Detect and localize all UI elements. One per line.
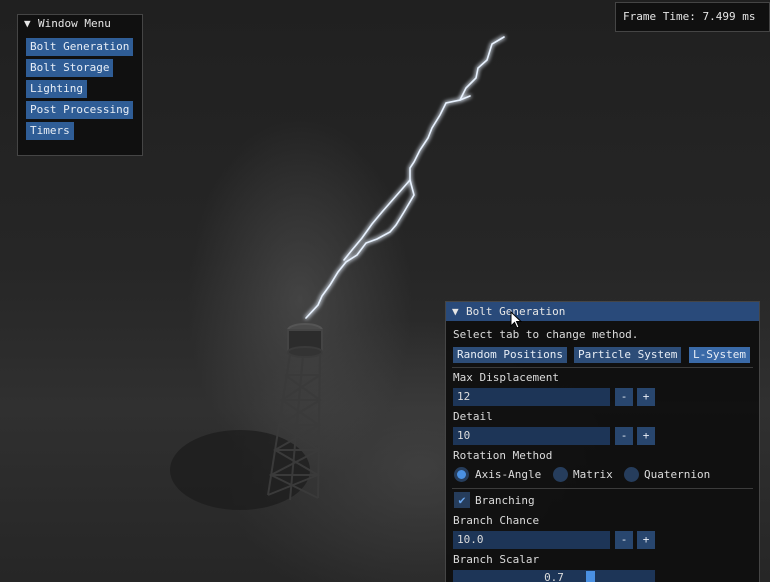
method-hint: Select tab to change method. <box>453 328 639 341</box>
detail-input[interactable]: 10 <box>453 427 610 445</box>
branch-scalar-slider[interactable]: 0.7 <box>453 570 655 582</box>
lighting-button[interactable]: Lighting <box>26 80 87 98</box>
frame-time-text: Frame Time: 7.499 ms <box>623 10 756 23</box>
window-menu-title: Window Menu <box>38 17 111 30</box>
tab-particle-system[interactable]: Particle System <box>574 347 682 363</box>
matrix-label: Matrix <box>573 468 613 481</box>
mouse-cursor-icon <box>510 311 523 329</box>
frame-time-overlay: Frame Time: 7.499 ms <box>615 2 770 32</box>
collapse-triangle-icon[interactable]: ▼ <box>452 302 466 321</box>
max-displacement-input[interactable]: 12 <box>453 388 610 406</box>
bolt-generation-titlebar[interactable]: ▼ Bolt Generation <box>446 302 759 321</box>
window-menu-panel: ▼ Window Menu Bolt Generation Bolt Storag… <box>17 14 143 156</box>
quaternion-label: Quaternion <box>644 468 711 481</box>
axis-angle-label: Axis-Angle <box>475 468 542 481</box>
detail-decrement-button[interactable]: - <box>615 427 633 445</box>
detail-label: Detail <box>453 410 493 423</box>
max-displacement-decrement-button[interactable]: - <box>615 388 633 406</box>
branch-scalar-label: Branch Scalar <box>453 553 540 566</box>
lightning-bolt <box>305 36 505 319</box>
branch-chance-decrement-button[interactable]: - <box>615 531 633 549</box>
branch-chance-label: Branch Chance <box>453 514 540 527</box>
window-menu-titlebar[interactable]: ▼ Window Menu <box>18 15 142 33</box>
matrix-radio[interactable] <box>553 467 568 482</box>
branch-chance-increment-button[interactable]: + <box>637 531 655 549</box>
bolt-generation-button[interactable]: Bolt Generation <box>26 38 134 56</box>
axis-angle-radio[interactable] <box>454 467 469 482</box>
rotation-method-label: Rotation Method <box>453 449 553 462</box>
max-displacement-increment-button[interactable]: + <box>637 388 655 406</box>
collapse-triangle-icon[interactable]: ▼ <box>24 15 38 33</box>
tab-l-system[interactable]: L-System <box>689 347 750 363</box>
max-displacement-label: Max Displacement <box>453 371 559 384</box>
slider-grab-handle[interactable] <box>586 571 595 582</box>
quaternion-radio[interactable] <box>624 467 639 482</box>
detail-increment-button[interactable]: + <box>637 427 655 445</box>
bolt-generation-panel: ▼ Bolt Generation Select tab to change me… <box>445 301 760 582</box>
branch-chance-input[interactable]: 10.0 <box>453 531 610 549</box>
tab-random-positions[interactable]: Random Positions <box>453 347 567 363</box>
branching-checkbox[interactable]: ✔ <box>454 492 470 508</box>
divider <box>452 488 753 489</box>
bolt-storage-button[interactable]: Bolt Storage <box>26 59 114 77</box>
branching-label: Branching <box>475 494 535 507</box>
check-icon: ✔ <box>458 493 466 507</box>
timers-button[interactable]: Timers <box>26 122 74 140</box>
branch-scalar-value: 0.7 <box>544 571 564 582</box>
post-processing-button[interactable]: Post Processing <box>26 101 134 119</box>
divider <box>452 367 753 368</box>
